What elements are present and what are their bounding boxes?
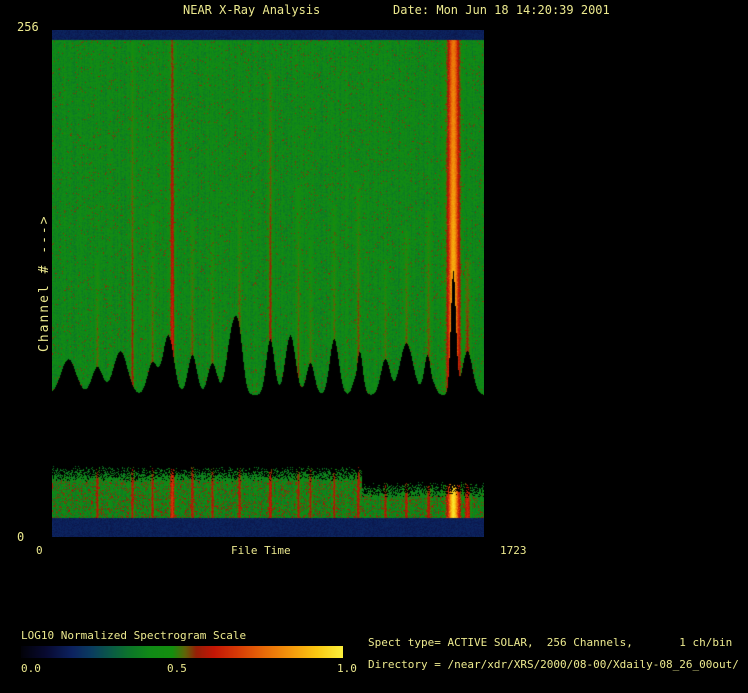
date-label: Date: Mon Jun 18 14:20:39 2001 <box>393 3 610 17</box>
x-axis-max-label: 1723 <box>500 544 527 557</box>
directory-info: Directory = /near/xdr/XRS/2000/08-00/Xda… <box>368 658 739 671</box>
colorbar-gradient <box>21 646 343 658</box>
x-axis-title: File Time <box>231 544 291 557</box>
y-axis-max-label: 256 <box>17 20 39 34</box>
spectrogram-canvas <box>52 30 484 537</box>
spectrogram-plot <box>52 30 484 537</box>
colorbar-tick-min: 0.0 <box>21 662 41 675</box>
page-title: NEAR X-Ray Analysis <box>183 3 321 17</box>
colorbar-tick-max: 1.0 <box>337 662 357 675</box>
y-axis-min-label: 0 <box>17 530 25 544</box>
colorbar-title: LOG10 Normalized Spectrogram Scale <box>21 629 247 642</box>
y-axis-title: Channel # ---> <box>37 214 52 352</box>
colorbar-tick-mid: 0.5 <box>167 662 187 675</box>
x-axis-min-label: 0 <box>36 544 43 557</box>
spect-type-info: Spect type= ACTIVE SOLAR, 256 Channels, … <box>368 636 733 649</box>
